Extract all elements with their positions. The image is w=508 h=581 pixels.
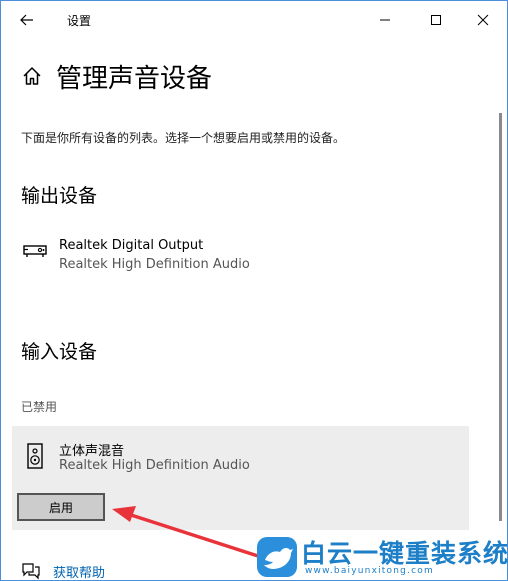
watermark-url: www.baiyunxitong.com xyxy=(305,566,434,576)
watermark: 白云一键重装系统 www.baiyunxitong.com xyxy=(252,536,508,581)
bird-logo-icon xyxy=(257,537,297,577)
annotation-arrow xyxy=(112,506,260,558)
watermark-title: 白云一键重装系统 xyxy=(301,539,508,568)
